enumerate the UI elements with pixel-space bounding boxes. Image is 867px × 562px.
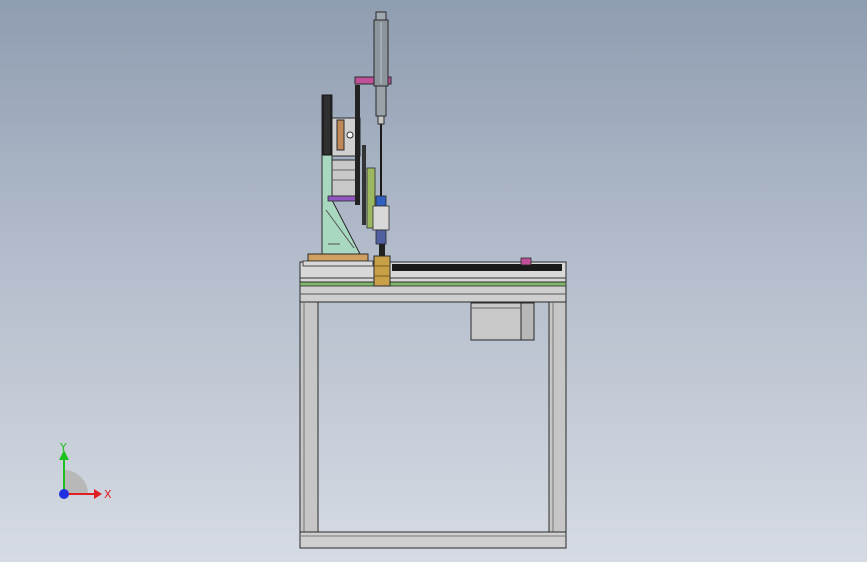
slide-rail-right bbox=[362, 145, 366, 225]
table-right-leg bbox=[548, 301, 567, 537]
rail-end-stop bbox=[520, 257, 532, 266]
x-axis-arrow-icon bbox=[94, 489, 102, 499]
gold-carriage bbox=[373, 255, 391, 287]
table-left-leg bbox=[299, 301, 319, 537]
triad-arc bbox=[64, 470, 88, 494]
base-foot bbox=[302, 260, 374, 267]
motor-box bbox=[470, 302, 535, 341]
clamp-jaw bbox=[375, 229, 387, 245]
z-axis-dot bbox=[59, 489, 69, 499]
cad-viewport[interactable]: Y X bbox=[0, 0, 867, 562]
air-cylinder bbox=[373, 11, 389, 125]
green-guide-strip bbox=[299, 281, 567, 287]
slide-rail-left bbox=[355, 85, 360, 205]
coordinate-triad[interactable]: Y X bbox=[50, 440, 120, 510]
vertical-back-plate bbox=[322, 94, 332, 156]
blue-fitting bbox=[375, 195, 387, 207]
base-plate bbox=[307, 253, 369, 262]
x-axis-label: X bbox=[104, 488, 112, 501]
clamp-tip bbox=[379, 244, 385, 256]
y-axis-label: Y bbox=[59, 441, 67, 454]
machine-model[interactable] bbox=[0, 0, 867, 562]
clamp-body bbox=[372, 205, 390, 231]
table-bottom-rail bbox=[299, 531, 567, 549]
purple-bracket bbox=[327, 195, 359, 202]
